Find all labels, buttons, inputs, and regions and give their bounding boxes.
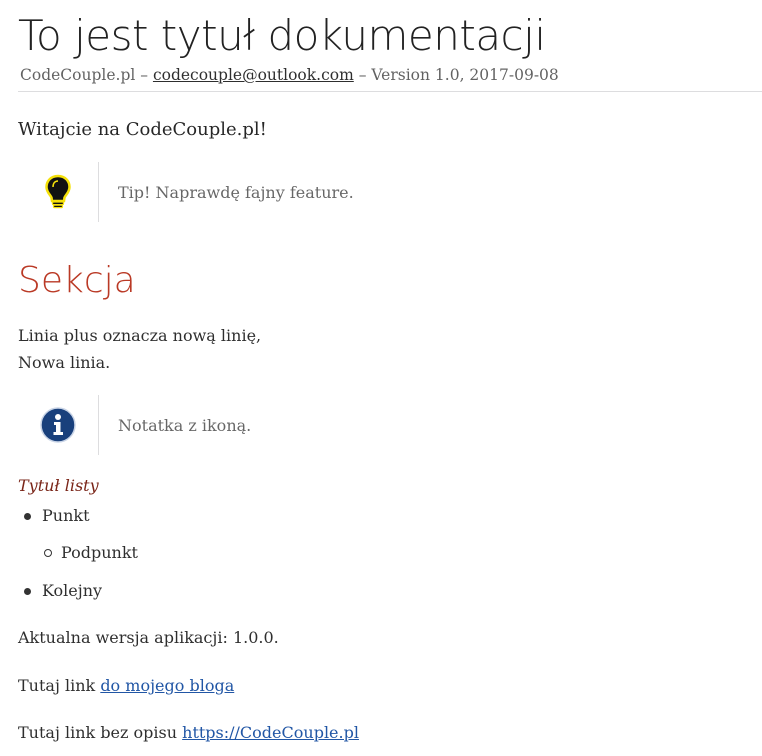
- document-details: CodeCouple.pl – codecouple@outlook.com –…: [20, 64, 559, 86]
- lightbulb-icon: [18, 162, 98, 222]
- note-text: Notatka z ikoną.: [118, 415, 252, 435]
- codecouple-url-link[interactable]: https://CodeCouple.pl: [182, 723, 359, 742]
- section-line-2: Nowa linia.: [18, 353, 111, 372]
- intro-paragraph: Witajcie na CodeCouple.pl!: [18, 119, 267, 140]
- link-prefix: Tutaj link bez opisu: [18, 723, 183, 742]
- author-email-link[interactable]: codecouple@outlook.com: [153, 66, 354, 84]
- details-separator: –: [135, 66, 153, 84]
- section-title: Sekcja: [18, 260, 136, 301]
- list-sub-item: Podpunkt: [61, 543, 138, 562]
- url-link-paragraph: Tutaj link bez opisu https://CodeCouple.…: [18, 719, 359, 746]
- list-item: Punkt: [42, 506, 90, 525]
- document-title: To jest tytuł dokumentacji: [18, 11, 546, 60]
- admonition-divider: [98, 395, 99, 455]
- blog-link-paragraph: Tutaj link do mojego bloga: [18, 672, 234, 699]
- list-item: Kolejny: [42, 581, 103, 600]
- header-divider: [18, 91, 762, 92]
- revision-info: Version 1.0, 2017-09-08: [371, 66, 559, 84]
- version-paragraph: Aktualna wersja aplikacji: 1.0.0.: [18, 628, 279, 647]
- list-bullet: [24, 588, 31, 595]
- list-bullet: [24, 513, 31, 520]
- link-prefix: Tutaj link: [18, 676, 101, 695]
- info-icon: [18, 395, 98, 455]
- list-sub-bullet: [44, 549, 52, 557]
- admonition-divider: [98, 162, 99, 222]
- section-line-1: Linia plus oznacza nową linię,: [18, 326, 262, 345]
- details-separator: –: [353, 66, 372, 84]
- blog-link[interactable]: do mojego bloga: [100, 676, 234, 695]
- list-title: Tytuł listy: [18, 476, 99, 495]
- tip-text: Tip! Naprawdę fajny feature.: [118, 182, 354, 202]
- note-admonition: Notatka z ikoną.: [18, 395, 762, 455]
- tip-admonition: Tip! Naprawdę fajny feature.: [18, 162, 762, 222]
- author: CodeCouple.pl: [20, 66, 136, 84]
